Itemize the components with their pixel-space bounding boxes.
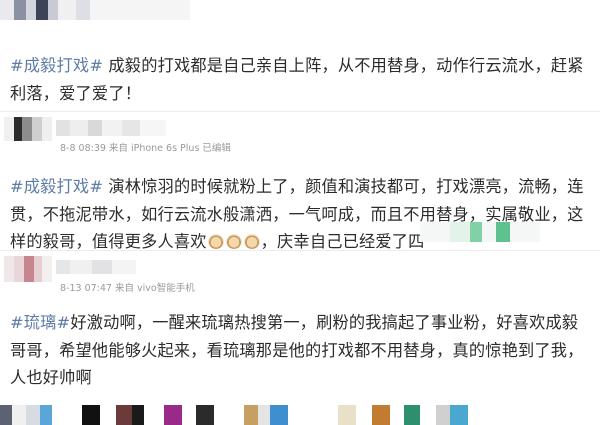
post-3-text: #琉璃#好激动啊，一醒来琉璃热搜第一，刷粉的我搞起了事业粉，好喜欢成毅哥哥，希望… xyxy=(10,309,588,392)
divider xyxy=(0,250,600,251)
post-2-hashtag[interactable]: #成毅打戏# xyxy=(10,177,103,196)
post-2-text: #成毅打戏# 演林惊羽的时候就粉上了，颜值和演技都可，打戏漂亮，流畅，连贯，不拖… xyxy=(10,173,588,256)
dog-face-icon xyxy=(207,234,224,249)
post-1-hashtag[interactable]: #成毅打戏# xyxy=(10,56,103,75)
post-3-avatar-pixelated xyxy=(4,256,52,282)
post-2-username-pixelated xyxy=(56,120,166,136)
post-3-meta: 8-13 07:47 来自 vivo智能手机 xyxy=(60,283,195,294)
dog-face-icon xyxy=(225,234,242,249)
post-1-text: #成毅打戏# 成毅的打戏都是自己亲自上阵，从不用替身，动作行云流水，赶紧利落，爱… xyxy=(10,52,588,107)
top-pixelated-header xyxy=(0,0,190,20)
post-3-body: 好激动啊，一醒来琉璃热搜第一，刷粉的我搞起了事业粉，好喜欢成毅哥哥，希望他能够火… xyxy=(10,313,584,387)
post-3-hashtag[interactable]: #琉璃# xyxy=(10,313,70,332)
post-2-avatar-pixelated xyxy=(4,117,52,141)
post-2-meta: 8-8 08:39 来自 iPhone 6s Plus 已编辑 xyxy=(60,143,231,154)
dog-face-icon xyxy=(243,234,260,249)
post-2-pixelated-overlay xyxy=(420,222,540,242)
post-3-username-pixelated xyxy=(56,260,136,274)
post-2-body-tail: ，庆幸自己已经爱了四 xyxy=(260,232,425,251)
divider xyxy=(0,111,600,112)
bottom-pixelated-strip xyxy=(0,405,600,425)
